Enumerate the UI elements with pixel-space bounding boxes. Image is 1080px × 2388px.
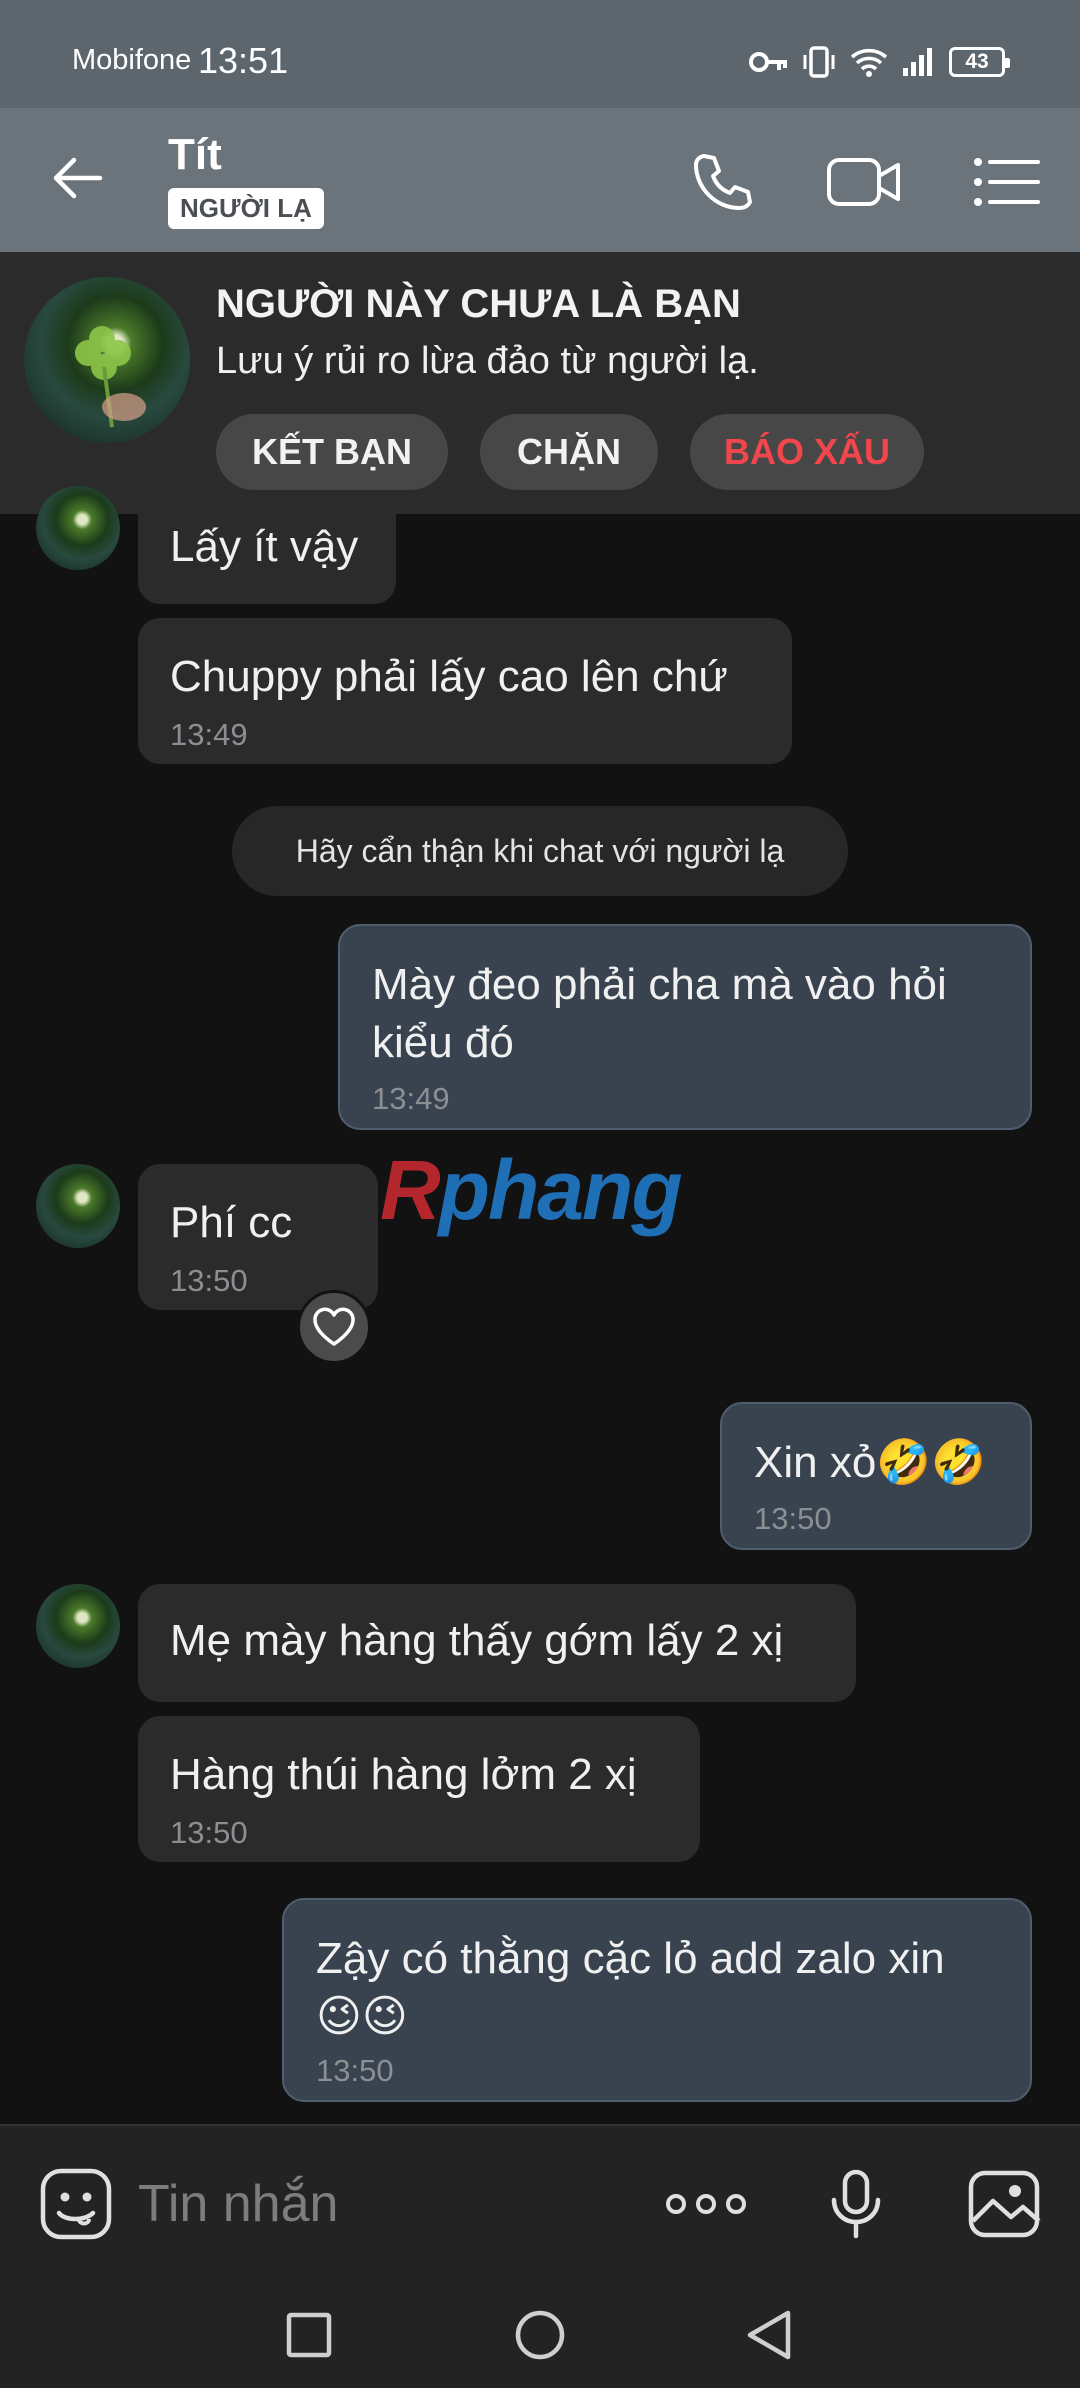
report-button[interactable]: BÁO XẤU bbox=[690, 414, 924, 490]
more-dots-icon bbox=[666, 2194, 746, 2214]
message-text: Mày đeo phải cha mà vào hỏi kiểu đó bbox=[372, 960, 947, 1067]
clover-icon bbox=[75, 326, 146, 428]
watermark-part-1: R bbox=[380, 1143, 441, 1237]
square-icon bbox=[286, 2312, 332, 2358]
back-nav-button[interactable] bbox=[734, 2300, 804, 2370]
banner-subtitle: Lưu ý rủi ro lừa đảo từ người lạ. bbox=[216, 340, 759, 382]
contact-name[interactable]: Tít bbox=[168, 130, 222, 180]
message-bubble-incoming[interactable]: Hàng thúi hàng lởm 2 xị 13:50 bbox=[138, 1716, 700, 1862]
options-menu-button[interactable] bbox=[968, 144, 1044, 220]
watermark-part-2: phang bbox=[438, 1143, 683, 1237]
stranger-warning-banner: NGƯỜI NÀY CHƯA LÀ BẠN Lưu ý rủi ro lừa đ… bbox=[0, 252, 1080, 514]
status-clock: 13:51 bbox=[198, 40, 289, 81]
phone-icon bbox=[694, 154, 752, 210]
vibrate-icon bbox=[803, 46, 835, 78]
message-bubble-outgoing[interactable]: Xin xỏ🤣🤣 13:50 bbox=[720, 1402, 1032, 1550]
message-text: Lấy ít vậy bbox=[170, 522, 359, 571]
back-button[interactable] bbox=[48, 148, 118, 212]
message-bubble-outgoing[interactable]: Mày đeo phải cha mà vào hỏi kiểu đó 13:4… bbox=[338, 924, 1032, 1130]
message-bubble-incoming[interactable]: Mẹ mày hàng thấy gớm lấy 2 xị bbox=[138, 1584, 856, 1702]
block-button[interactable]: CHẶN bbox=[480, 414, 658, 490]
stranger-badge: NGƯỜI LẠ bbox=[168, 188, 324, 229]
video-call-button[interactable] bbox=[826, 144, 902, 220]
battery-indicator: 43 bbox=[949, 47, 1010, 77]
message-time: 13:50 bbox=[170, 1263, 248, 1298]
wifi-icon bbox=[850, 49, 888, 77]
message-bubble-incoming[interactable]: Chuppy phải lấy cao lên chứ 13:49 bbox=[138, 618, 792, 764]
status-bar: Mobifone 13:51 43 bbox=[0, 0, 1080, 108]
sender-avatar[interactable] bbox=[36, 486, 120, 570]
send-image-button[interactable] bbox=[964, 2164, 1044, 2244]
react-button[interactable] bbox=[297, 1290, 371, 1364]
sender-avatar[interactable] bbox=[36, 1584, 120, 1668]
message-text: Chuppy phải lấy cao lên chứ bbox=[170, 652, 728, 701]
more-options-button[interactable] bbox=[664, 2164, 748, 2244]
key-icon bbox=[749, 52, 787, 72]
message-text: Xin xỏ🤣🤣 bbox=[754, 1438, 986, 1487]
battery-level: 43 bbox=[965, 50, 989, 73]
voice-record-button[interactable] bbox=[816, 2164, 896, 2244]
video-camera-icon bbox=[827, 158, 900, 206]
message-text: Phí cc bbox=[170, 1198, 293, 1247]
home-button[interactable] bbox=[505, 2300, 575, 2370]
message-text: Mẹ mày hàng thấy gớm lấy 2 xị bbox=[170, 1616, 784, 1665]
message-time: 13:50 bbox=[316, 2053, 394, 2088]
sender-avatar[interactable] bbox=[36, 1164, 120, 1248]
contact-avatar[interactable] bbox=[24, 277, 190, 443]
message-text: Zậy có thằng cặc lỏ add zalo xin 😉😉 bbox=[316, 1934, 945, 2041]
sticker-button[interactable] bbox=[36, 2164, 116, 2244]
recent-apps-button[interactable] bbox=[274, 2300, 344, 2370]
message-input[interactable]: Tin nhắn bbox=[138, 2174, 338, 2234]
message-bubble-incoming[interactable]: Lấy ít vậy bbox=[138, 490, 396, 604]
message-time: 13:50 bbox=[170, 1815, 248, 1850]
watermark-logo: Rphang bbox=[380, 1142, 683, 1239]
microphone-icon bbox=[831, 2169, 881, 2239]
message-bubble-outgoing[interactable]: Zậy có thằng cặc lỏ add zalo xin 😉😉 13:5… bbox=[282, 1898, 1032, 2102]
image-icon bbox=[968, 2170, 1041, 2238]
circle-icon bbox=[515, 2310, 565, 2360]
sticker-face-icon bbox=[40, 2168, 112, 2240]
carrier-label: Mobifone bbox=[72, 44, 192, 76]
message-time: 13:49 bbox=[372, 1081, 450, 1116]
signal-icon bbox=[903, 48, 932, 76]
triangle-back-icon bbox=[747, 2310, 791, 2360]
heart-icon bbox=[313, 1307, 355, 1346]
message-time: 13:49 bbox=[170, 717, 248, 752]
message-composer: Tin nhắn bbox=[0, 2124, 1080, 2280]
add-friend-button[interactable]: KẾT BẠN bbox=[216, 414, 448, 490]
system-navigation-bar bbox=[0, 2280, 1080, 2388]
message-text: Hàng thúi hàng lởm 2 xị bbox=[170, 1750, 637, 1799]
banner-title: NGƯỜI NÀY CHƯA LÀ BẠN bbox=[216, 282, 741, 326]
arrow-left-icon bbox=[53, 157, 103, 199]
status-icons: 43 bbox=[749, 44, 1010, 80]
message-bubble-incoming[interactable]: Phí cc 13:50 bbox=[138, 1164, 378, 1310]
list-menu-icon bbox=[974, 158, 1040, 206]
message-time: 13:50 bbox=[754, 1501, 832, 1536]
system-notice: Hãy cẩn thận khi chat với người lạ bbox=[232, 806, 848, 896]
voice-call-button[interactable] bbox=[684, 144, 760, 220]
chat-header: Tít NGƯỜI LẠ bbox=[0, 108, 1080, 252]
